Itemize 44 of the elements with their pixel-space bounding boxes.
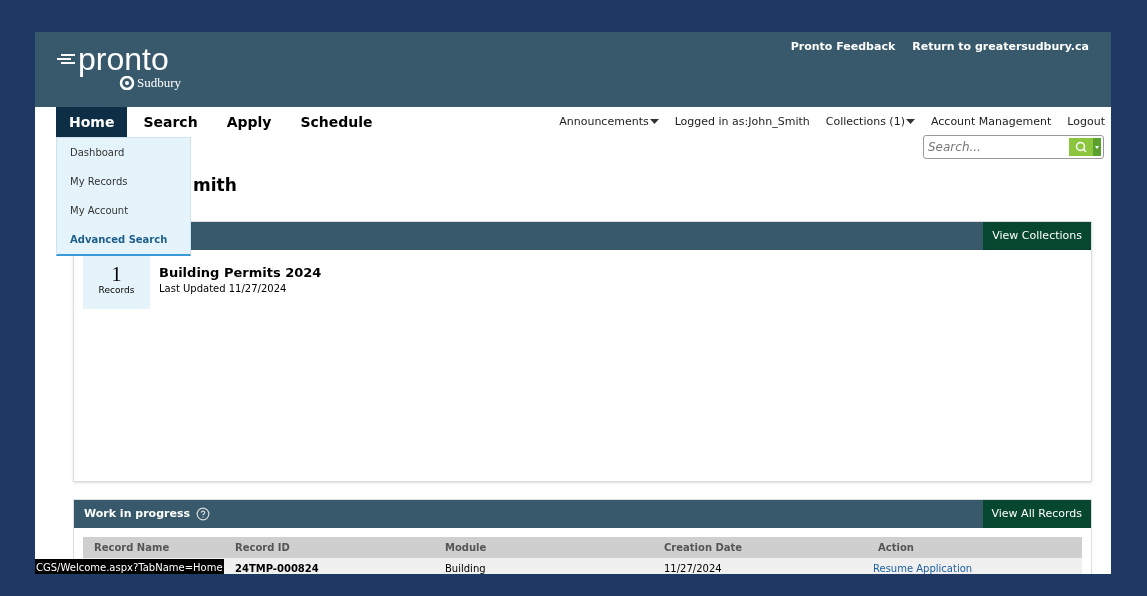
page-heading: mith (193, 175, 237, 195)
column-header: Record Name (93, 541, 171, 555)
top-link[interactable]: Account Management (930, 113, 1052, 131)
caret-icon (1095, 145, 1099, 149)
header-link[interactable]: Return to greatersudbury.ca (912, 39, 1089, 56)
column-header: Creation Date (663, 541, 744, 555)
top-link[interactable]: Logout (1067, 113, 1105, 131)
caret-icon (905, 119, 915, 125)
search-button[interactable] (1069, 138, 1093, 156)
nav-tab[interactable]: Apply (213, 107, 285, 137)
collection-title[interactable]: Building Permits 2024 (159, 265, 322, 281)
last-updated-text: Last Updated 11/27/2024 (159, 282, 288, 296)
menu-item[interactable]: Advanced Search (57, 225, 190, 254)
table-cell-text: 11/27/2024 (663, 561, 723, 574)
menu-item[interactable]: My Records (57, 167, 190, 196)
speed-lines-icon (57, 52, 75, 66)
resume-application-link[interactable]: Resume Application (867, 560, 973, 574)
search-bar[interactable]: Search... (923, 135, 1104, 159)
nav-tab[interactable]: Schedule (287, 107, 386, 137)
panel-title: Work in progress (84, 505, 190, 522)
record-count: 1 (111, 264, 122, 284)
table-cell-text: 24TMP-000824 (234, 561, 320, 574)
record-count-label: Records (98, 284, 135, 297)
menu-item[interactable]: Dashboard (57, 138, 190, 167)
menu-item[interactable]: My Account (57, 196, 190, 225)
search-icon (1075, 141, 1087, 153)
view-all-records-button[interactable]: View All Records (982, 500, 1091, 528)
nav-tab[interactable]: Home (56, 107, 128, 137)
caret-icon (649, 119, 659, 125)
table-cell-text: Building (444, 561, 487, 574)
sublogo-text: Sudbury (137, 76, 182, 90)
top-link[interactable]: Collections (1) (825, 113, 915, 131)
status-bar-tooltip: CGS/Welcome.aspx?TabName=Home (35, 559, 224, 574)
help-icon[interactable] (196, 507, 210, 521)
column-header: Module (444, 541, 488, 555)
column-header: Record ID (234, 541, 291, 555)
nav-tab[interactable]: Search (130, 107, 211, 137)
search-field[interactable]: Search... (928, 138, 1069, 156)
search-options-button[interactable] (1093, 138, 1101, 156)
view-collections-button[interactable]: View Collections (983, 222, 1091, 250)
column-header: Action (877, 541, 915, 555)
top-link[interactable]: Announcements (559, 113, 659, 131)
top-link[interactable]: Logged in as:John_Smith (674, 113, 810, 131)
header-link[interactable]: Pronto Feedback (790, 39, 896, 56)
